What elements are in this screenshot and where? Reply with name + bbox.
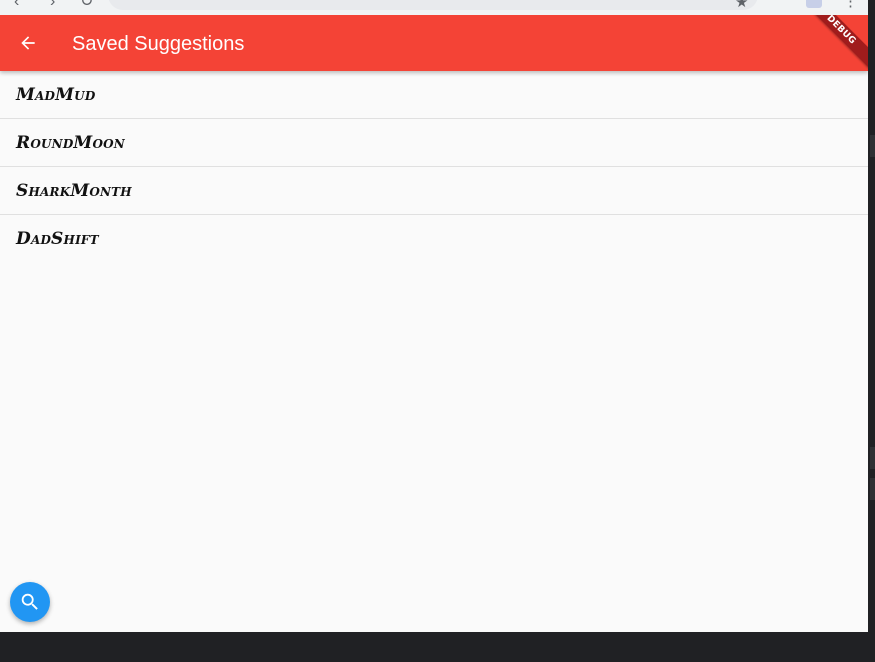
bookmark-star-icon[interactable]: ★: [735, 0, 748, 11]
browser-reload-icon[interactable]: ↻: [80, 0, 93, 10]
edge-mark: [870, 447, 875, 469]
browser-back-icon[interactable]: ‹: [14, 0, 19, 10]
list-item-label: SharkMonth: [16, 180, 132, 201]
back-button[interactable]: [12, 27, 44, 59]
edge-mark: [870, 135, 875, 157]
browser-menu-icon[interactable]: ⋮: [843, 0, 858, 10]
list-item[interactable]: DadShift: [0, 215, 868, 262]
list-item[interactable]: RoundMoon: [0, 119, 868, 167]
list-item-label: MadMud: [16, 84, 96, 105]
list-item[interactable]: MadMud: [0, 71, 868, 119]
bottom-panel: [0, 632, 875, 662]
profile-avatar[interactable]: [806, 0, 822, 8]
list-item-label: RoundMoon: [16, 132, 125, 153]
address-bar[interactable]: [108, 0, 758, 10]
app-bar: Saved Suggestions: [0, 15, 868, 71]
edge-mark: [870, 478, 875, 500]
browser-toolbar: ‹ › ↻ ★ ⋮: [0, 0, 868, 15]
browser-window: ‹ › ↻ ★ ⋮ Saved Suggestions DEBUG MadMud: [0, 0, 875, 662]
search-fab-button[interactable]: [10, 582, 50, 622]
search-icon: [21, 593, 38, 610]
browser-forward-icon[interactable]: ›: [50, 0, 55, 10]
window-edge: [868, 0, 875, 662]
arrow-back-icon: [21, 36, 35, 50]
flutter-app-viewport: Saved Suggestions DEBUG MadMud RoundMoon…: [0, 15, 868, 632]
list-item-label: DadShift: [16, 228, 99, 249]
page-title: Saved Suggestions: [72, 33, 245, 55]
saved-suggestions-list: MadMud RoundMoon SharkMonth DadShift: [0, 71, 868, 262]
list-item[interactable]: SharkMonth: [0, 167, 868, 215]
